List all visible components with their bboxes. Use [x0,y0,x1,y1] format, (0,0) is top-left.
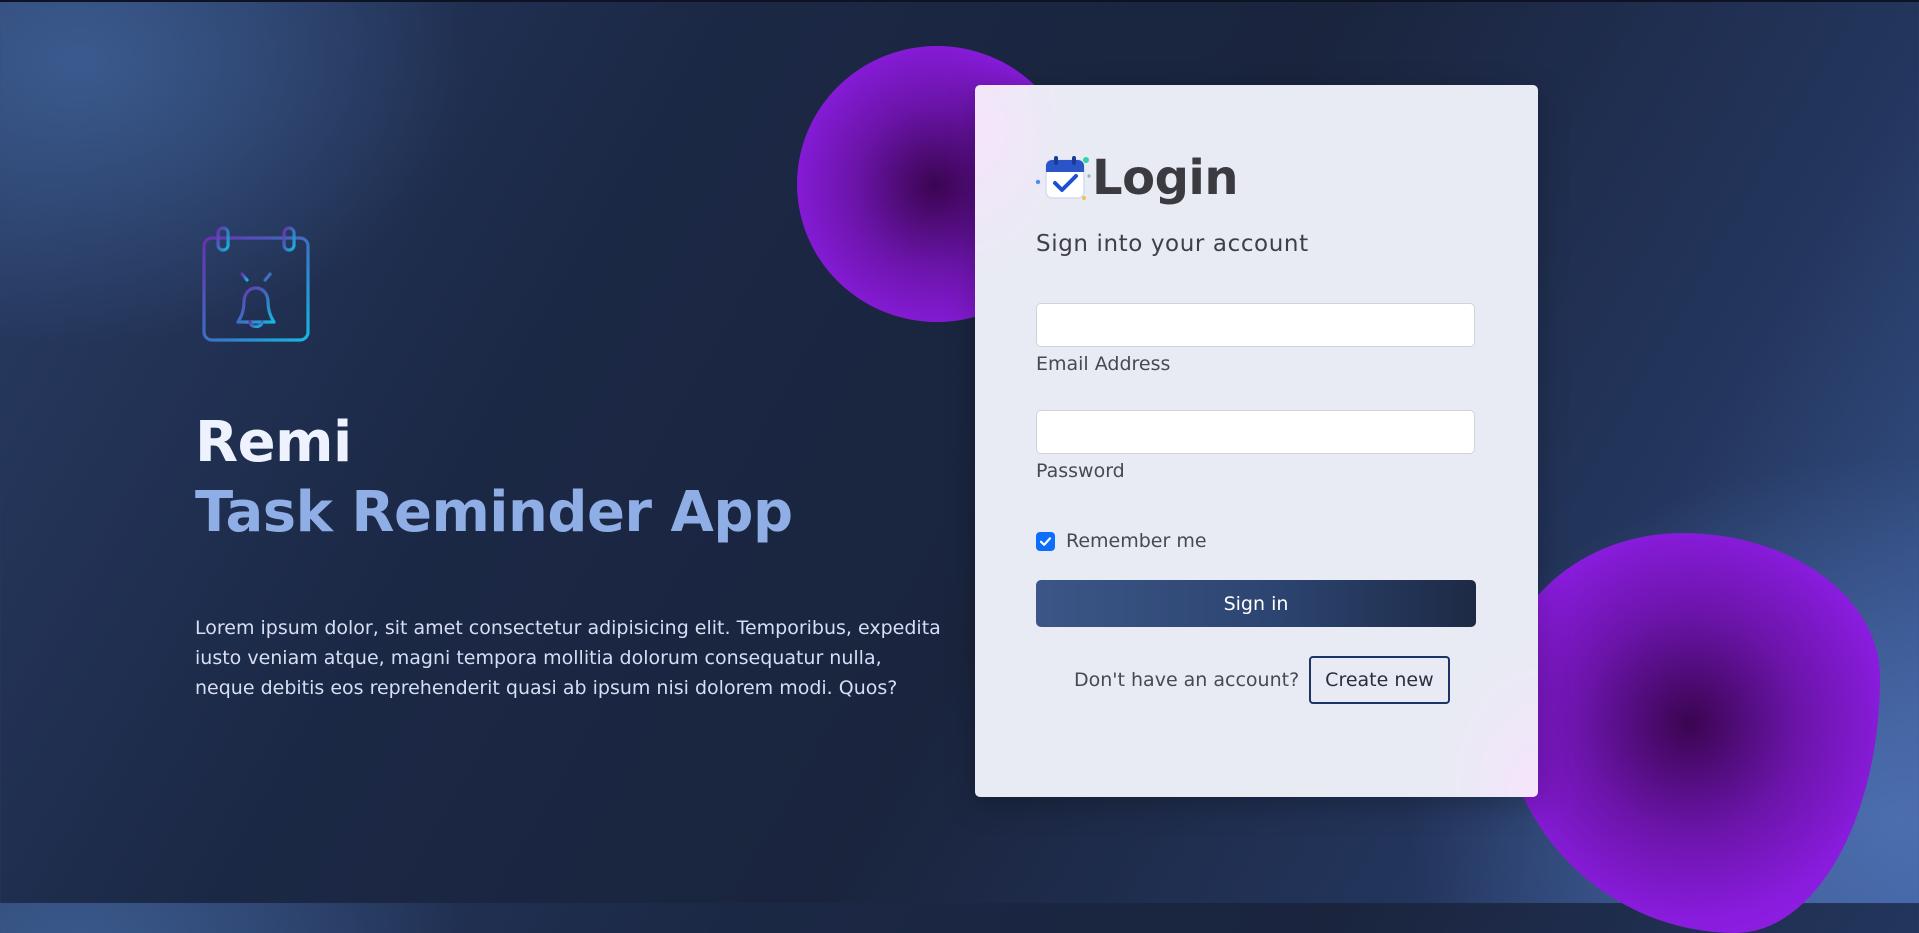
login-title: Login [1092,150,1239,206]
password-field[interactable] [1036,410,1475,454]
app-tagline: Task Reminder App [195,480,793,545]
top-border [0,0,1919,2]
remember-checkbox[interactable] [1036,531,1055,551]
email-label: Email Address [1036,353,1171,375]
create-account-button[interactable]: Create new [1309,656,1450,704]
email-field[interactable] [1036,303,1475,347]
login-header: Login [1034,150,1239,206]
app-title: Remi Task Reminder App [195,408,793,548]
app-description: Lorem ipsum dolor, sit amet consectetur … [195,617,941,699]
login-subtitle: Sign into your account [1036,231,1309,257]
no-account-text: Don't have an account? [1074,669,1300,691]
calendar-check-icon [1035,156,1091,200]
login-card: Login Sign into your account Email Addre… [975,85,1538,797]
signup-row: Don't have an account? Create new [1074,656,1450,704]
checkmark-icon [1039,536,1052,546]
calendar-bell-icon [198,224,320,348]
remember-label: Remember me [1066,530,1207,552]
remember-me[interactable]: Remember me [1036,530,1207,552]
app-name: Remi [195,410,352,475]
password-label: Password [1036,460,1125,482]
sign-in-button[interactable]: Sign in [1036,580,1476,627]
decorative-blob-bottom [1500,533,1880,933]
